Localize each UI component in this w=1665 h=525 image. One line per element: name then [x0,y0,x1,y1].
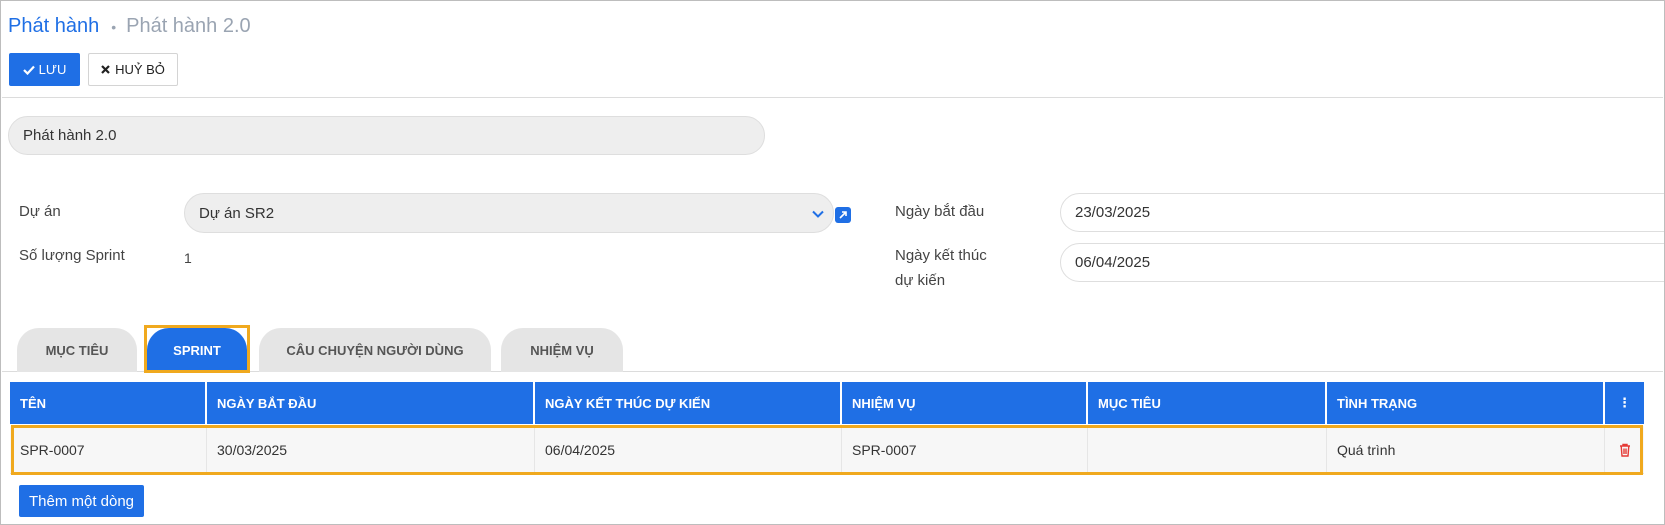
end-date-label-line2: dự kiến [895,272,946,289]
column-options-icon[interactable]: ⋮ [1605,382,1644,424]
sprint-count-label: Số lượng Sprint [19,247,125,264]
breadcrumb-parent-link[interactable]: Phát hành [8,15,99,38]
add-row-button[interactable]: Thêm một dòng [19,485,144,517]
chevron-down-icon [812,210,824,218]
breadcrumb-current: Phát hành 2.0 [126,15,251,37]
tabs-baseline [2,371,1663,372]
end-date-label-line1: Ngày kết thúc [895,247,987,264]
release-name-value: Phát hành 2.0 [23,127,117,144]
column-header-ngay-ket-thuc[interactable]: NGÀY KẾT THÚC DỰ KIẾN [535,382,842,424]
project-label: Dự án [19,203,61,220]
times-icon [101,65,110,74]
save-button[interactable]: LƯU [9,53,80,86]
tab-sprint-highlight [144,325,250,373]
cancel-button[interactable]: HUỶ BỎ [88,53,178,86]
end-date-input[interactable]: 06/04/2025 [1060,243,1664,282]
end-date-value: 06/04/2025 [1075,254,1151,271]
check-icon [22,65,35,75]
project-select-value: Dự án SR2 [199,204,275,222]
tab-nhiem-vu[interactable]: NHIỆM VỤ [501,328,623,372]
project-select[interactable]: Dự án SR2 [184,193,834,233]
save-button-label: LƯU [38,62,67,77]
release-form-window: Phát hành • Phát hành 2.0 LƯU HUỶ BỎ Phá… [0,0,1665,525]
column-header-muc-tieu[interactable]: MỤC TIÊU [1088,382,1327,424]
external-link-icon[interactable] [835,207,851,223]
row-highlight [11,425,1643,475]
tab-cau-chuyen-nguoi-dung[interactable]: CÂU CHUYỆN NGƯỜI DÙNG [259,328,491,372]
sprint-table-header: TÊN NGÀY BẮT ĐẦU NGÀY KẾT THÚC DỰ KIẾN N… [10,382,1644,424]
release-name-input[interactable]: Phát hành 2.0 [8,116,765,155]
breadcrumb: Phát hành • Phát hành 2.0 [8,15,251,38]
start-date-label: Ngày bắt đầu [895,203,985,220]
tab-muc-tieu[interactable]: MỤC TIÊU [17,328,137,372]
column-header-ngay-bat-dau[interactable]: NGÀY BẮT ĐẦU [207,382,535,424]
start-date-value: 23/03/2025 [1075,204,1151,221]
column-header-tinh-trang[interactable]: TÌNH TRẠNG [1327,382,1605,424]
sprint-count-value: 1 [184,250,192,266]
column-header-nhiem-vu[interactable]: NHIỆM VỤ [842,382,1088,424]
start-date-input[interactable]: 23/03/2025 [1060,193,1664,232]
column-header-ten[interactable]: TÊN [10,382,207,424]
toolbar-divider [2,97,1663,98]
breadcrumb-separator: • [111,18,117,35]
cancel-button-label: HUỶ BỎ [115,62,165,77]
